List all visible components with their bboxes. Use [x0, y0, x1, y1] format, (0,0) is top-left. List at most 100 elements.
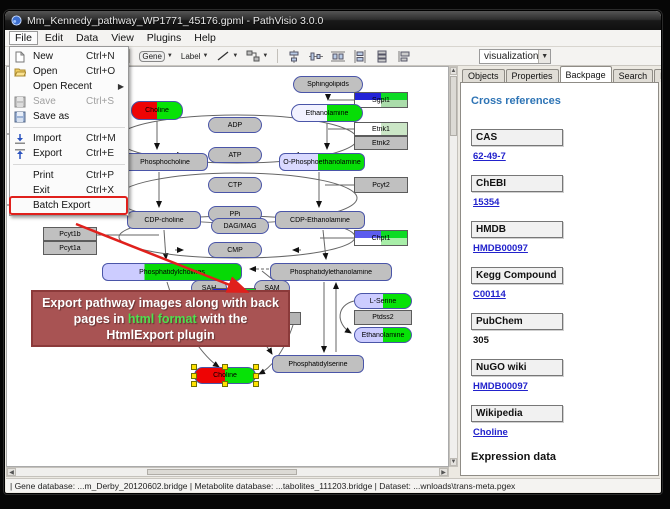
node-ethanolamine[interactable]: Ethanolamine: [291, 104, 363, 122]
selection-handle[interactable]: [253, 373, 259, 379]
backpage-panel[interactable]: Cross references CAS62-49-7ChEBI15354HMD…: [460, 82, 659, 476]
menu-data[interactable]: Data: [70, 31, 104, 45]
node-adp[interactable]: ADP: [208, 117, 262, 133]
chevron-down-icon[interactable]: ▼: [262, 53, 268, 59]
menu-help[interactable]: Help: [188, 31, 222, 45]
title-bar[interactable]: Mm_Kennedy_pathway_WP1771_45176.gpml - P…: [5, 11, 661, 30]
visualization-combo[interactable]: visualization ▼: [479, 49, 551, 64]
tab-objects[interactable]: Objects: [462, 69, 505, 82]
align-center-button[interactable]: [284, 48, 304, 64]
node-phosphatidylcholines[interactable]: Phosphatidylcholines: [102, 263, 242, 281]
chevron-down-icon[interactable]: ▼: [232, 53, 238, 59]
node-atp[interactable]: ATP: [208, 147, 262, 163]
tab-legend[interactable]: Legend: [654, 69, 662, 82]
node-sgpl1[interactable]: Sgpl1: [354, 92, 408, 108]
connector-tool-button[interactable]: ▼: [243, 48, 271, 64]
menubar: FileEditDataViewPluginsHelp: [5, 30, 661, 47]
file-menu-item-new[interactable]: NewCtrl+N: [11, 49, 127, 64]
tab-backpage[interactable]: Backpage: [560, 66, 612, 82]
node-dag-mag[interactable]: DAG/MAG: [211, 218, 269, 234]
node-ctp[interactable]: CTP: [208, 177, 262, 193]
file-menu-item-print[interactable]: PrintCtrl+P: [11, 168, 127, 183]
connector-icon: [246, 50, 260, 62]
file-menu-item-batch-export[interactable]: Batch Export: [11, 198, 127, 213]
menu-item-shortcut: Ctrl+N: [86, 51, 124, 62]
node-cdp-choline[interactable]: CDP-choline: [127, 211, 201, 229]
node-label: L-Serine: [369, 298, 397, 305]
selection-handle[interactable]: [191, 381, 197, 387]
xref-link[interactable]: 62-49-7: [473, 151, 648, 162]
node-choline[interactable]: Choline: [194, 367, 256, 384]
node-label: ADP: [227, 122, 243, 129]
menu-edit[interactable]: Edit: [39, 31, 69, 45]
selection-handle[interactable]: [222, 381, 228, 387]
selection-handle[interactable]: [253, 381, 259, 387]
vertical-scroll-thumb[interactable]: [450, 76, 457, 136]
menu-separator: [13, 127, 125, 128]
scroll-down-icon[interactable]: ▼: [450, 458, 457, 466]
align-middle-icon: [309, 50, 323, 63]
export-icon: [14, 148, 29, 160]
horizontal-scrollbar[interactable]: ◀ ▶: [6, 467, 449, 477]
xref-section-cas: CAS62-49-7: [471, 129, 648, 162]
stack-vertical-button[interactable]: [372, 48, 392, 64]
distribute-vertical-button[interactable]: [350, 48, 370, 64]
node-chpt1[interactable]: Chpt1: [354, 230, 408, 246]
node-cdp-ethanolamine[interactable]: CDP-Ethanolamine: [275, 211, 365, 229]
node-phosphatidylserine[interactable]: Phosphatidylserine: [272, 355, 364, 373]
scroll-right-icon[interactable]: ▶: [439, 468, 448, 476]
chevron-down-icon[interactable]: ▼: [538, 50, 550, 63]
node-phosphocholine[interactable]: Phosphocholine: [122, 153, 208, 171]
file-menu-item-import[interactable]: ImportCtrl+M: [11, 131, 127, 146]
scroll-left-icon[interactable]: ◀: [7, 468, 16, 476]
file-menu-item-save-as[interactable]: Save as: [11, 109, 127, 124]
xref-title: NuGO wiki: [471, 359, 563, 376]
file-menu-item-exit[interactable]: ExitCtrl+X: [11, 183, 127, 198]
node-choline[interactable]: Choline: [131, 101, 183, 120]
label-tool-button[interactable]: Label ▼: [178, 48, 212, 64]
node-cmp[interactable]: CMP: [208, 242, 262, 258]
node-sphingolipids[interactable]: Sphingolipids: [293, 76, 363, 93]
file-menu-item-open-recent[interactable]: Open Recent ▶: [11, 79, 127, 94]
distribute-horizontal-button[interactable]: [328, 48, 348, 64]
file-menu-item-open[interactable]: OpenCtrl+O: [11, 64, 127, 79]
chevron-down-icon[interactable]: ▼: [167, 53, 173, 59]
tab-properties[interactable]: Properties: [506, 69, 559, 82]
selection-handle[interactable]: [253, 364, 259, 370]
stack-horizontal-button[interactable]: [394, 48, 414, 64]
node-pcyt1a[interactable]: Pcyt1a: [43, 241, 97, 255]
menu-view[interactable]: View: [105, 31, 140, 45]
node-pcyt1b[interactable]: Pcyt1b: [43, 227, 97, 241]
node-etnk1[interactable]: Etnk1: [354, 122, 408, 136]
file-menu-item-export[interactable]: ExportCtrl+E: [11, 146, 127, 161]
xref-link[interactable]: 15354: [473, 197, 648, 208]
menu-plugins[interactable]: Plugins: [141, 31, 187, 45]
scroll-up-icon[interactable]: ▲: [450, 67, 457, 75]
selection-handle[interactable]: [222, 364, 228, 370]
node-ptdss2[interactable]: Ptdss2: [354, 310, 412, 325]
selection-handle[interactable]: [191, 373, 197, 379]
node-etnk2[interactable]: Etnk2: [354, 136, 408, 150]
saveas-icon: [14, 111, 29, 123]
tab-search[interactable]: Search: [613, 69, 654, 82]
node-phosphatidylethanolamine[interactable]: Phosphatidylethanolamine: [270, 263, 392, 281]
horizontal-scroll-thumb[interactable]: [147, 469, 297, 475]
node-o-phosphoethanolamine[interactable]: O-Phosphoethanolamine: [279, 153, 365, 171]
selection-handle[interactable]: [191, 364, 197, 370]
xref-link[interactable]: HMDB00097: [473, 381, 648, 392]
gene-tool-button[interactable]: Gene ▼: [136, 48, 176, 64]
xref-link[interactable]: C00114: [473, 289, 648, 300]
chevron-down-icon[interactable]: ▼: [202, 53, 208, 59]
align-middle-button[interactable]: [306, 48, 326, 64]
node-pcyt2[interactable]: Pcyt2: [354, 177, 408, 193]
xref-link[interactable]: Choline: [473, 427, 648, 438]
menu-item-label: Open Recent: [33, 81, 92, 92]
line-tool-button[interactable]: ▼: [213, 48, 241, 64]
xref-link[interactable]: HMDB00097: [473, 243, 648, 254]
file-menu-item-save[interactable]: SaveCtrl+S: [11, 94, 127, 109]
node-l-serine[interactable]: L-Serine: [354, 293, 412, 309]
submenu-arrow-icon: ▶: [118, 82, 124, 91]
menu-file[interactable]: File: [9, 31, 38, 45]
node-ethanolamine[interactable]: Ethanolamine: [354, 327, 412, 343]
vertical-scrollbar[interactable]: ▲ ▼: [449, 66, 458, 467]
